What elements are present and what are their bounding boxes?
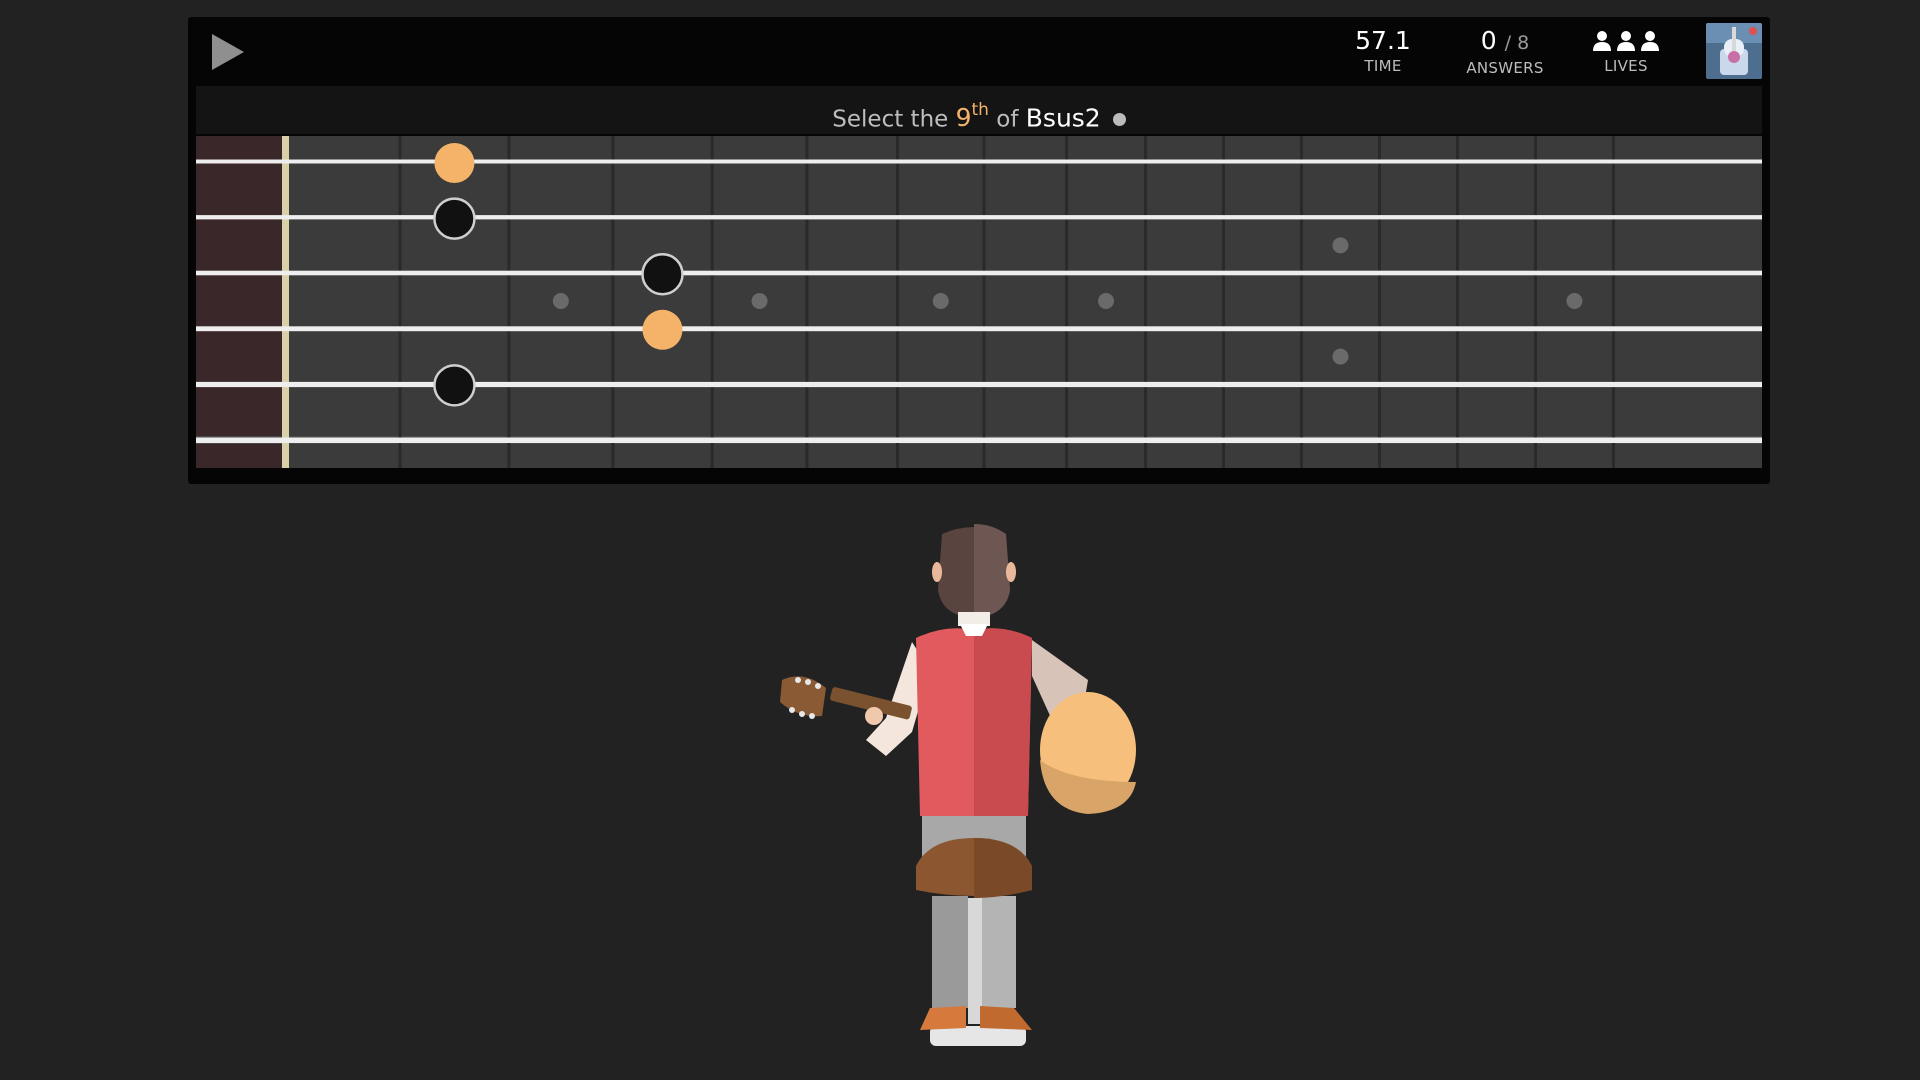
guitar-string xyxy=(196,437,1762,443)
fret-marker-dot xyxy=(751,293,768,309)
fretboard xyxy=(196,136,1762,468)
selected-note[interactable] xyxy=(642,309,683,350)
prompt-prefix: Select the xyxy=(832,106,949,133)
fret-wire xyxy=(1611,136,1615,468)
fretboard-wood xyxy=(196,136,1762,468)
fret-wire xyxy=(611,136,615,468)
fret-wire xyxy=(1065,136,1069,468)
fret-marker-dot xyxy=(932,293,949,309)
selected-note[interactable] xyxy=(434,143,475,183)
nut xyxy=(282,136,289,468)
note-position[interactable] xyxy=(641,252,684,296)
guitar-string xyxy=(196,326,1762,332)
fret-wire xyxy=(896,136,900,468)
user-icon xyxy=(1641,31,1659,51)
lives-label: LIVES xyxy=(1604,57,1648,75)
time-value: 57.1 xyxy=(1355,26,1411,55)
headstock-area xyxy=(196,136,286,468)
time-stat: 57.1 TIME xyxy=(1348,25,1418,75)
fret-wire xyxy=(507,136,511,468)
guitar-string xyxy=(196,215,1762,220)
guitar-string xyxy=(196,381,1762,388)
fret-wire xyxy=(982,136,986,468)
fret-wire xyxy=(805,136,809,468)
prompt-chord: Bsus2 xyxy=(1025,103,1101,133)
interval-suffix: th xyxy=(971,100,989,120)
note-position[interactable] xyxy=(433,197,476,240)
answers-total: / 8 xyxy=(1504,32,1530,54)
user-icon xyxy=(1593,31,1611,51)
fret-wire xyxy=(1299,136,1303,468)
fret-wire xyxy=(1533,136,1537,468)
lives-icons xyxy=(1578,25,1674,57)
fret-wire xyxy=(1143,136,1147,468)
play-button[interactable] xyxy=(204,30,248,74)
interval-number: 9 xyxy=(955,103,972,133)
fret-marker-dot xyxy=(1566,293,1583,309)
fret-wire xyxy=(398,136,402,468)
fret-marker-dot xyxy=(552,293,569,309)
audio-dot-icon[interactable] xyxy=(1112,113,1126,127)
question-prompt: Select the 9th of Bsus2 xyxy=(196,86,1762,134)
prompt-interval: 9th xyxy=(955,100,989,133)
fret-marker-dot xyxy=(1332,237,1349,254)
time-label: TIME xyxy=(1364,57,1402,75)
note-position[interactable] xyxy=(433,364,476,407)
answers-value-row: 0 / 8 xyxy=(1450,25,1560,59)
lives-stat: LIVES xyxy=(1578,25,1674,75)
fret-wire xyxy=(1377,136,1381,468)
top-bar: 57.1 TIME 0 / 8 ANSWERS LIVES xyxy=(188,17,1770,86)
prompt-middle: of xyxy=(996,106,1019,133)
user-icon xyxy=(1617,31,1635,51)
avatar-image xyxy=(1706,23,1762,79)
answers-value: 0 xyxy=(1480,26,1497,55)
fret-marker-dot xyxy=(1098,293,1115,309)
fret-marker-dot xyxy=(1332,348,1349,365)
play-icon xyxy=(212,34,244,70)
answers-label: ANSWERS xyxy=(1466,59,1544,77)
guitarist-illustration xyxy=(780,524,1136,1046)
guitar-string xyxy=(196,159,1762,164)
guitar-string xyxy=(196,270,1762,276)
avatar[interactable] xyxy=(1706,23,1762,79)
fret-wire xyxy=(1221,136,1225,468)
fret-wire xyxy=(1455,136,1459,468)
answers-stat: 0 / 8 ANSWERS xyxy=(1450,25,1560,77)
fret-wire xyxy=(710,136,714,468)
